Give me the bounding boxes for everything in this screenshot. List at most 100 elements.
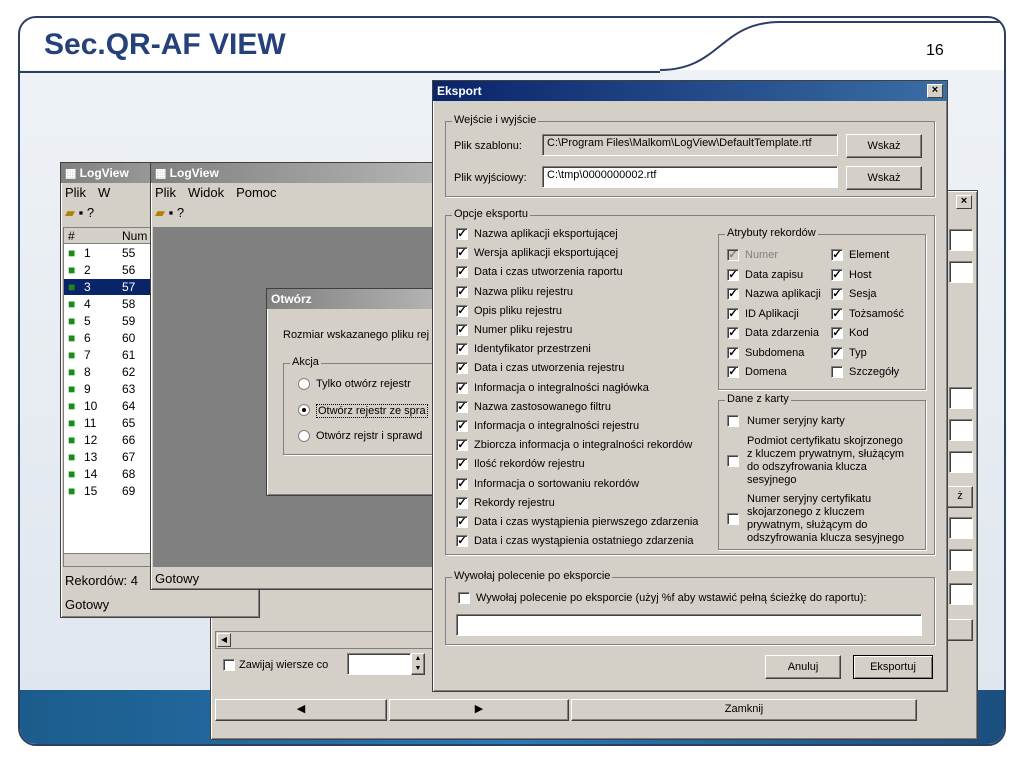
table-row[interactable]: ■ 13 67 xyxy=(64,449,152,465)
side-field-6[interactable] xyxy=(949,517,973,539)
menu-pomoc[interactable]: Pomoc xyxy=(236,185,276,200)
attribute-checkbox[interactable]: ✓ xyxy=(831,288,843,300)
export-option-checkbox[interactable]: ✓ xyxy=(456,343,468,356)
command-input[interactable] xyxy=(456,614,922,636)
side-field-2[interactable] xyxy=(949,261,973,283)
export-option-checkbox[interactable]: ✓ xyxy=(456,228,468,240)
export-option-checkbox[interactable]: ✓ xyxy=(456,516,468,528)
export-option-label: Data i czas wystąpienia ostatniego zdarz… xyxy=(474,535,694,548)
menu-widok[interactable]: Widok xyxy=(188,185,224,200)
card-data-checkbox[interactable] xyxy=(727,513,739,525)
col-num[interactable]: Num xyxy=(122,229,147,243)
side-field-8[interactable] xyxy=(949,583,973,605)
side-button[interactable]: ż xyxy=(947,486,973,508)
template-label: Plik szablonu: xyxy=(454,140,522,152)
table-scrollbar[interactable] xyxy=(63,553,153,567)
wrap-lines-checkbox[interactable] xyxy=(223,659,235,671)
close-icon[interactable]: × xyxy=(956,195,972,209)
attribute-checkbox[interactable]: ✓ xyxy=(727,288,739,300)
table-row[interactable]: ■ 6 60 xyxy=(64,330,152,346)
attribute-checkbox[interactable]: ✓ xyxy=(831,268,843,281)
attribute-checkbox[interactable]: ✓ xyxy=(727,346,739,359)
template-path-field[interactable]: C:\Program Files\Malkom\LogView\DefaultT… xyxy=(542,134,838,156)
radio-open-check[interactable] xyxy=(298,430,310,442)
export-option-checkbox[interactable]: ✓ xyxy=(456,439,468,452)
menu-plik[interactable]: Plik xyxy=(65,185,86,200)
table-row[interactable]: ■ 8 62 xyxy=(64,364,152,380)
records-table[interactable]: # Num ■ 1 55 ■ 2 56 ■ 3 57 ■ 4 58 ■ 5 59 ■ 6 60 ■ 7 61 ■ 8 62 ■ 9… xyxy=(63,227,153,567)
cancel-button[interactable]: Anuluj xyxy=(765,655,841,679)
attribute-label: Sesja xyxy=(849,288,877,300)
menu-plik[interactable]: Plik xyxy=(155,185,176,200)
lock-icon: ■ xyxy=(68,382,76,396)
attribute-checkbox[interactable]: ✓ xyxy=(727,327,739,339)
export-option-checkbox[interactable]: ✓ xyxy=(456,420,468,432)
attribute-checkbox[interactable]: ✓ xyxy=(831,346,843,359)
radio-open-verify[interactable] xyxy=(298,404,310,416)
export-option-checkbox[interactable]: ✓ xyxy=(456,381,468,394)
wrap-lines-input[interactable] xyxy=(347,653,411,675)
browse-output-button[interactable]: Wskaż xyxy=(846,166,922,190)
export-option-checkbox[interactable]: ✓ xyxy=(456,496,468,509)
table-row[interactable]: ■ 2 56 xyxy=(64,262,152,278)
export-option-checkbox[interactable]: ✓ xyxy=(456,304,468,317)
attribute-checkbox[interactable] xyxy=(831,366,843,378)
attribute-checkbox[interactable]: ✓ xyxy=(727,366,739,378)
attribute-checkbox[interactable]: ✓ xyxy=(727,268,739,281)
output-path-field[interactable]: C:\tmp\0000000002.rtf xyxy=(542,166,838,188)
export-option-checkbox[interactable]: ✓ xyxy=(456,458,468,471)
table-row[interactable]: ■ 11 65 xyxy=(64,415,152,431)
side-field-5[interactable] xyxy=(949,451,973,473)
open-folder-icon[interactable]: ▰ xyxy=(65,205,75,220)
table-row[interactable]: ■ 9 63 xyxy=(64,381,152,397)
export-option-checkbox[interactable]: ✓ xyxy=(456,477,468,490)
horizontal-scrollbar[interactable]: ◀ xyxy=(215,631,435,649)
close-icon[interactable]: × xyxy=(927,84,943,98)
scroll-left-icon[interactable]: ◀ xyxy=(217,633,231,647)
side-button-2[interactable] xyxy=(947,619,973,641)
attribute-checkbox[interactable]: ✓ xyxy=(831,307,843,320)
side-field-7[interactable] xyxy=(949,549,973,571)
export-option-checkbox[interactable]: ✓ xyxy=(456,266,468,279)
card-data-checkbox[interactable] xyxy=(727,415,739,427)
export-button[interactable]: Eksportuj xyxy=(853,655,933,679)
save-icon[interactable]: ▪ xyxy=(79,205,84,220)
card-data-checkbox[interactable] xyxy=(727,455,739,467)
export-option-checkbox[interactable]: ✓ xyxy=(456,285,468,298)
table-row[interactable]: ■ 7 61 xyxy=(64,347,152,363)
table-row[interactable]: ■ 15 69 xyxy=(64,483,152,499)
table-row[interactable]: ■ 14 68 xyxy=(64,466,152,482)
table-row[interactable]: ■ 12 66 xyxy=(64,432,152,448)
table-row[interactable]: ■ 1 55 xyxy=(64,245,152,261)
export-option-checkbox[interactable]: ✓ xyxy=(456,362,468,375)
attribute-checkbox[interactable]: ✓ xyxy=(831,249,843,261)
browse-template-button[interactable]: Wskaż xyxy=(846,134,922,158)
table-row[interactable]: ■ 4 58 xyxy=(64,296,152,312)
side-field-1[interactable] xyxy=(949,229,973,251)
open-folder-icon[interactable]: ▰ xyxy=(155,205,165,220)
save-icon[interactable]: ▪ xyxy=(169,205,174,220)
export-option-checkbox[interactable]: ✓ xyxy=(456,247,468,260)
export-option-checkbox[interactable]: ✓ xyxy=(456,535,468,548)
table-row[interactable]: ■ 5 59 xyxy=(64,313,152,329)
attribute-checkbox[interactable]: ✓ xyxy=(831,327,843,339)
export-option-checkbox[interactable]: ✓ xyxy=(456,324,468,336)
attribute-checkbox[interactable]: ✓ xyxy=(727,307,739,320)
close-button[interactable]: Zamknij xyxy=(571,699,917,721)
side-field-4[interactable] xyxy=(949,419,973,441)
menu-widok[interactable]: W xyxy=(98,185,110,200)
export-option-checkbox[interactable]: ✓ xyxy=(456,400,468,413)
radio-open-check-label: Otwórz rejstr i sprawd xyxy=(316,430,423,442)
wrap-lines-spinner[interactable]: ▲ ▼ xyxy=(411,653,425,675)
col-hash[interactable]: # xyxy=(68,229,75,243)
help-icon[interactable]: ? xyxy=(177,205,184,220)
radio-open-only[interactable] xyxy=(298,378,310,390)
row-index: 6 xyxy=(84,331,91,345)
next-button[interactable]: ▶ xyxy=(389,699,569,721)
help-icon[interactable]: ? xyxy=(87,205,94,220)
table-row[interactable]: ■ 3 57 xyxy=(64,279,152,295)
prev-button[interactable]: ◀ xyxy=(215,699,387,721)
side-field-3[interactable] xyxy=(949,387,973,409)
run-command-checkbox[interactable] xyxy=(458,592,470,604)
table-row[interactable]: ■ 10 64 xyxy=(64,398,152,414)
